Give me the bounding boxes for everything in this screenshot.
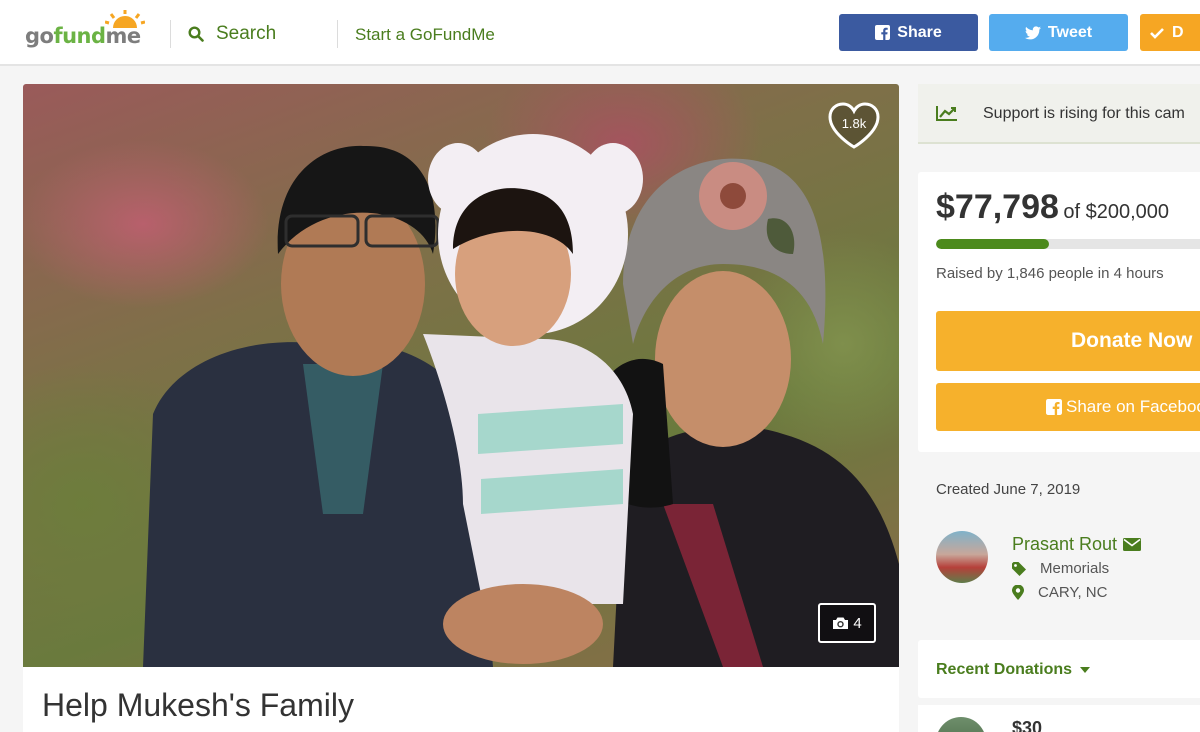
header-share-button[interactable]: Share	[839, 14, 978, 51]
goal-text: of $200,000	[1063, 201, 1170, 223]
organizer-name-link[interactable]: Prasant Rout	[1012, 534, 1142, 555]
raised-amount: $77,798	[936, 188, 1059, 226]
heart-count: 1.8k	[841, 116, 867, 131]
header-divider	[170, 20, 171, 48]
donation-list-item: $30	[918, 705, 1200, 732]
support-rising-banner: Support is rising for this cam	[918, 84, 1200, 144]
photo-count: 4	[853, 614, 862, 632]
family-photo-illustration	[143, 134, 899, 667]
header-tweet-button[interactable]: Tweet	[989, 14, 1128, 51]
gofundme-logo[interactable]: gofundme	[25, 10, 155, 54]
support-rising-text: Support is rising for this cam	[983, 105, 1185, 122]
twitter-icon	[1024, 25, 1041, 39]
category-label[interactable]: Memorials	[1040, 560, 1109, 577]
recent-donations-card: Recent Donations	[918, 640, 1200, 698]
check-icon	[1150, 28, 1164, 39]
share-on-facebook-button[interactable]: Share on Facebook	[936, 383, 1200, 431]
campaign-photo[interactable]	[23, 84, 899, 667]
search-label: Search	[216, 23, 277, 44]
top-header: gofundme Search Start a GoFundMe Share T…	[0, 0, 1200, 66]
donation-amount: $30	[1012, 718, 1043, 732]
search-link[interactable]: Search	[188, 22, 276, 46]
donor-avatar	[936, 717, 986, 732]
share-label: Share	[897, 23, 942, 41]
organizer-name: Prasant Rout	[1012, 534, 1118, 554]
location-row: CARY, NC	[1012, 584, 1107, 601]
tag-icon	[1012, 561, 1026, 576]
title-card: Help Mukesh's Family	[23, 667, 899, 732]
facebook-icon	[1046, 399, 1062, 415]
logo-wordmark: gofundme	[25, 24, 141, 48]
recent-donations-label: Recent Donations	[936, 661, 1073, 678]
progress-bar-fill	[936, 239, 1049, 249]
search-icon	[188, 26, 204, 42]
created-date: Created June 7, 2019	[936, 481, 1081, 498]
recent-donations-toggle[interactable]: Recent Donations	[936, 661, 1091, 679]
campaign-title: Help Mukesh's Family	[42, 687, 354, 723]
share-on-facebook-label: Share on Facebook	[1066, 397, 1200, 416]
category-row: Memorials	[1012, 560, 1109, 577]
header-divider	[337, 20, 338, 48]
raised-summary: $77,798 of $200,000	[936, 188, 1169, 227]
trending-up-icon	[936, 106, 957, 121]
progress-bar	[936, 239, 1200, 249]
map-pin-icon	[1012, 585, 1024, 600]
donate-now-button[interactable]: Donate Now	[936, 311, 1200, 371]
tweet-label: Tweet	[1047, 23, 1093, 41]
photo-count-badge[interactable]: 4	[818, 603, 876, 643]
donation-progress-card: $77,798 of $200,000 Raised by 1,846 peop…	[918, 172, 1200, 452]
organizer-avatar[interactable]	[936, 531, 988, 583]
chevron-down-icon	[1080, 667, 1091, 673]
raised-by-text: Raised by 1,846 people in 4 hours	[936, 265, 1164, 282]
start-gofundme-link[interactable]: Start a GoFundMe	[355, 25, 495, 45]
donate-label: D	[1172, 23, 1184, 41]
envelope-icon[interactable]	[1123, 538, 1142, 551]
camera-icon	[833, 617, 849, 629]
header-donate-button[interactable]: D	[1140, 14, 1200, 51]
location-label: CARY, NC	[1038, 584, 1108, 601]
facebook-icon	[875, 25, 891, 40]
